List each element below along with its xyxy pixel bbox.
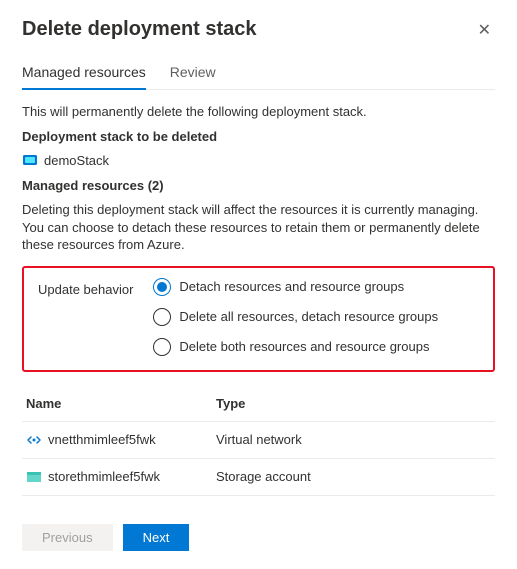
close-icon[interactable]: ✕ <box>474 18 495 42</box>
radio-label: Detach resources and resource groups <box>179 279 404 294</box>
page-title: Delete deployment stack <box>22 18 257 41</box>
stack-name: demoStack <box>44 153 109 168</box>
radio-label: Delete both resources and resource group… <box>179 339 429 354</box>
tab-managed-resources[interactable]: Managed resources <box>22 64 146 90</box>
next-button[interactable]: Next <box>123 524 190 551</box>
tab-review[interactable]: Review <box>170 64 216 90</box>
storage-account-icon <box>26 469 42 485</box>
update-behavior-label: Update behavior <box>38 278 133 356</box>
table-row: vnetthmimleef5fwk Virtual network <box>22 422 495 459</box>
table-row: storethmimleef5fwk Storage account <box>22 459 495 496</box>
stack-icon <box>22 152 38 168</box>
intro-text: This will permanently delete the followi… <box>22 104 495 119</box>
stack-row: demoStack <box>22 152 495 168</box>
radio-icon <box>153 278 171 296</box>
tab-bar: Managed resources Review <box>22 64 495 90</box>
resources-table: Name Type vnetthmimleef5fwk Virtual netw… <box>22 386 495 496</box>
radio-icon <box>153 308 171 326</box>
radio-delete-resources[interactable]: Delete all resources, detach resource gr… <box>153 308 479 326</box>
resource-type: Virtual network <box>216 432 491 448</box>
column-header-type: Type <box>216 396 491 411</box>
resource-type: Storage account <box>216 469 491 485</box>
radio-detach[interactable]: Detach resources and resource groups <box>153 278 479 296</box>
resource-name: storethmimleef5fwk <box>48 469 160 484</box>
virtual-network-icon <box>26 432 42 448</box>
column-header-name: Name <box>26 396 216 411</box>
managed-resources-heading: Managed resources (2) <box>22 178 495 193</box>
radio-icon <box>153 338 171 356</box>
managed-resources-info: Deleting this deployment stack will affe… <box>22 201 495 254</box>
stack-to-delete-heading: Deployment stack to be deleted <box>22 129 495 144</box>
radio-delete-both[interactable]: Delete both resources and resource group… <box>153 338 479 356</box>
previous-button[interactable]: Previous <box>22 524 113 551</box>
resource-name: vnetthmimleef5fwk <box>48 432 156 447</box>
radio-label: Delete all resources, detach resource gr… <box>179 309 438 324</box>
update-behavior-section: Update behavior Detach resources and res… <box>22 266 495 372</box>
